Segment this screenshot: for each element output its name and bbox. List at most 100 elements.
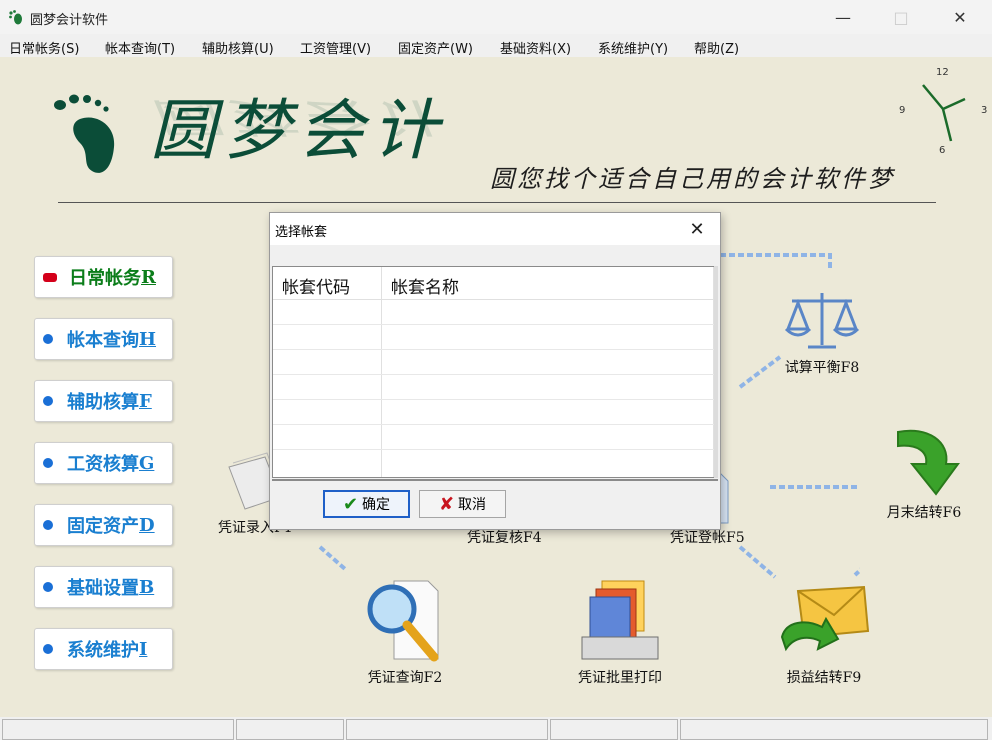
status-cell <box>680 719 988 740</box>
clock-widget: 12 3 6 9 <box>899 67 987 153</box>
table-row <box>273 449 715 450</box>
bullet-icon <box>43 520 53 530</box>
menu-daily-accounts[interactable]: 日常帐务(S) <box>9 38 79 57</box>
maximize-icon: □ <box>893 7 909 27</box>
window-title: 圆梦会计软件 <box>30 13 109 28</box>
clock-tick-12: 12 <box>936 67 949 78</box>
minimize-button[interactable]: — <box>820 0 866 34</box>
scale-icon <box>784 293 860 349</box>
bullet-icon <box>43 334 53 344</box>
status-cell <box>236 719 344 740</box>
sidebar-label: 基础设置 <box>67 578 139 599</box>
envelope-arrow-icon <box>780 585 870 652</box>
voucher-audit-button[interactable]: 凭证复核F4 <box>467 527 542 547</box>
menu-fixed-assets[interactable]: 固定资产(W) <box>398 38 473 57</box>
col-header-code[interactable]: 帐套代码 <box>282 273 350 298</box>
checkmark-icon: ✔ <box>342 493 359 515</box>
close-icon: ✕ <box>689 218 705 240</box>
menu-system[interactable]: 系统维护(Y) <box>598 38 668 57</box>
sidebar-basic-settings[interactable]: 基础设置 B <box>34 566 173 608</box>
status-cell <box>346 719 548 740</box>
sidebar-shortcut: B <box>139 576 155 598</box>
account-set-grid[interactable]: 帐套代码 帐套名称 <box>272 266 716 478</box>
voucher-post-label: 凭证登帐F5 <box>670 530 745 546</box>
sidebar-shortcut: G <box>139 452 155 474</box>
dialog-title: 选择帐套 <box>275 225 328 240</box>
app-foot-icon <box>9 10 22 25</box>
title-bar: 圆梦会计软件 — □ ✕ <box>0 0 992 34</box>
menu-auxiliary[interactable]: 辅助核算(U) <box>202 38 274 57</box>
table-row <box>273 324 715 325</box>
col-header-name[interactable]: 帐套名称 <box>391 273 459 298</box>
dialog-divider <box>272 479 718 481</box>
select-account-set-dialog: 选择帐套 ✕ 帐套代码 帐套名称 ✔ 确定 ✘ 取消 <box>269 212 721 530</box>
sidebar-label: 日常帐务 <box>69 268 141 289</box>
sidebar-fixed-assets[interactable]: 固定资产 D <box>34 504 173 546</box>
batch-print-button[interactable]: 凭证批里打印 <box>578 575 662 687</box>
menu-help[interactable]: 帮助(Z) <box>694 38 739 57</box>
ok-button[interactable]: ✔ 确定 <box>323 490 410 518</box>
table-row <box>273 424 715 425</box>
maximize-button[interactable]: □ <box>878 0 924 34</box>
table-row <box>273 399 715 400</box>
clock-tick-9: 9 <box>899 105 905 116</box>
status-cell <box>550 719 678 740</box>
pl-transfer-label: 损益结转F9 <box>786 670 862 686</box>
close-icon: ✕ <box>953 7 967 27</box>
menu-payroll[interactable]: 工资管理(V) <box>300 38 371 57</box>
column-divider <box>381 267 382 477</box>
banner-divider <box>58 202 936 203</box>
sidebar-label: 工资核算 <box>67 454 139 475</box>
menu-basic-data[interactable]: 基础资料(X) <box>500 38 571 57</box>
printer-documents-icon <box>581 580 659 660</box>
month-end-button[interactable]: 月末结转F6 <box>884 422 964 522</box>
menu-ledger-query[interactable]: 帐本查询(T) <box>105 38 175 57</box>
sidebar-label: 固定资产 <box>67 516 139 537</box>
green-down-arrow-icon <box>897 429 960 496</box>
bullet-icon <box>43 396 53 406</box>
grid-header: 帐套代码 帐套名称 <box>273 267 715 300</box>
pl-transfer-button[interactable]: 损益结转F9 <box>776 581 872 687</box>
trial-balance-button[interactable]: 试算平衡F8 <box>782 287 862 377</box>
status-bar <box>0 717 992 740</box>
bullet-icon <box>43 582 53 592</box>
voucher-audit-label: 凭证复核F4 <box>467 530 542 546</box>
ok-label: 确定 <box>362 497 391 513</box>
status-cell <box>2 719 234 740</box>
sidebar-label: 辅助核算 <box>67 392 139 413</box>
sidebar-auxiliary[interactable]: 辅助核算 F <box>34 380 173 422</box>
grid-scrollbar[interactable] <box>714 266 718 478</box>
close-window-button[interactable]: ✕ <box>937 0 983 34</box>
voucher-query-button[interactable]: 凭证查询F2 <box>360 575 450 687</box>
menu-bar: 日常帐务(S) 帐本查询(T) 辅助核算(U) 工资管理(V) 固定资产(W) … <box>0 34 992 57</box>
x-icon: ✘ <box>438 493 455 515</box>
cancel-button[interactable]: ✘ 取消 <box>419 490 506 518</box>
bullet-icon <box>43 458 53 468</box>
foot-logo-icon <box>54 94 115 173</box>
magnifier-document-icon <box>367 580 439 662</box>
sidebar-shortcut: I <box>139 638 148 660</box>
sidebar-shortcut: D <box>139 514 155 536</box>
bullet-icon <box>43 272 57 282</box>
sidebar-label: 帐本查询 <box>67 330 139 351</box>
minimize-icon: — <box>835 7 851 27</box>
clock-tick-6: 6 <box>939 145 945 153</box>
trial-balance-label: 试算平衡F8 <box>784 360 860 376</box>
slogan: 圆您找个适合自己用的会计软件梦 <box>490 165 895 193</box>
sidebar-system-maintenance[interactable]: 系统维护 I <box>34 628 173 670</box>
sidebar-daily-accounts[interactable]: 日常帐务 R <box>34 256 173 298</box>
month-end-label: 月末结转F6 <box>886 505 962 521</box>
sidebar-shortcut: F <box>139 390 152 412</box>
clock-tick-3: 3 <box>981 105 987 116</box>
dialog-close-button[interactable]: ✕ <box>684 217 710 241</box>
sidebar-shortcut: H <box>139 328 157 350</box>
bullet-icon <box>43 644 53 654</box>
sidebar-ledger-query[interactable]: 帐本查询 H <box>34 318 173 360</box>
sidebar-label: 系统维护 <box>67 640 139 661</box>
logo-reflection: 圆梦会计 <box>150 93 446 140</box>
sidebar-payroll[interactable]: 工资核算 G <box>34 442 173 484</box>
batch-print-label: 凭证批里打印 <box>578 670 662 686</box>
cancel-label: 取消 <box>458 497 487 513</box>
table-row <box>273 349 715 350</box>
voucher-query-label: 凭证查询F2 <box>367 670 443 686</box>
